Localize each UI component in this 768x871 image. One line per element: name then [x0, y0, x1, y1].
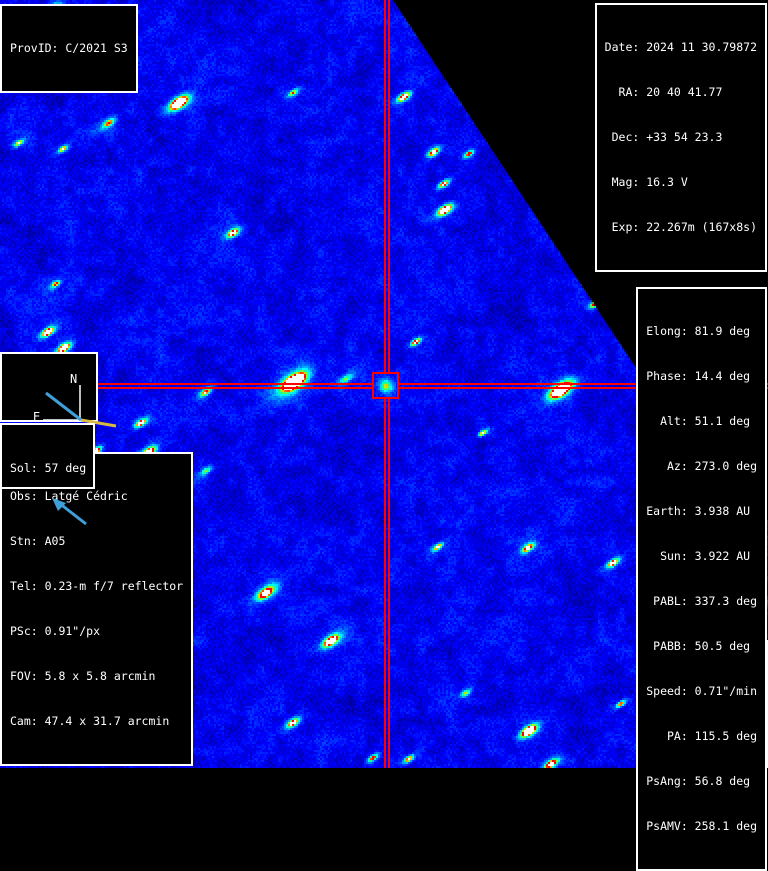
- east-label: E: [33, 410, 40, 424]
- provid-panel: ProvID: C/2021 S3: [0, 4, 138, 93]
- north-label: N: [70, 372, 77, 386]
- date-value: Date: 2024 11 30.79872: [605, 40, 757, 55]
- camera-info: Cam: 47.4 x 31.7 arcmin: [10, 714, 183, 729]
- az-value: Az: 273.0 deg: [646, 459, 757, 474]
- dec-value: Dec: +33 54 23.3: [605, 130, 757, 145]
- pixel-scale: PSc: 0.91"/px: [10, 624, 183, 639]
- elong-value: Elong: 81.9 deg: [646, 324, 757, 339]
- sun-arrow-head: [52, 498, 66, 511]
- alt-value: Alt: 51.1 deg: [646, 414, 757, 429]
- pabl-value: PABL: 337.3 deg: [646, 594, 757, 609]
- comet-target-box: [372, 372, 399, 399]
- sol-arrow-svg: [30, 491, 117, 529]
- pa-value: PA: 115.5 deg: [646, 729, 757, 744]
- sun-distance-value: Sun: 3.922 AU: [646, 549, 757, 564]
- speed-value: Speed: 0.71"/min: [646, 684, 757, 699]
- orbital-panel: Elong: 81.9 deg Phase: 14.4 deg Alt: 51.…: [636, 287, 767, 871]
- phase-value: Phase: 14.4 deg: [646, 369, 757, 384]
- ephemeris-panel: Date: 2024 11 30.79872 RA: 20 40 41.77 D…: [595, 3, 767, 272]
- crosshair-vertical-line-bottom: [384, 399, 390, 768]
- mag-value: Mag: 16.3 V: [605, 175, 757, 190]
- psamv-value: PsAMV: 258.1 deg: [646, 819, 757, 834]
- earth-distance-value: Earth: 3.938 AU: [646, 504, 757, 519]
- sol-angle-label: Sol: 57 deg: [2, 455, 93, 476]
- pabb-value: PABB: 50.5 deg: [646, 639, 757, 654]
- crosshair-vertical-line-top: [384, 0, 390, 372]
- fov-info: FOV: 5.8 x 5.8 arcmin: [10, 669, 183, 684]
- sun-direction-panel: Sol: 57 deg: [0, 423, 95, 489]
- exp-value: Exp: 22.267m (167x8s): [605, 220, 757, 235]
- provid-label: ProvID: C/2021 S3: [10, 41, 128, 56]
- ra-value: RA: 20 40 41.77: [605, 85, 757, 100]
- observation-image: ProvID: C/2021 S3 Date: 2024 11 30.79872…: [0, 0, 768, 768]
- telescope-info: Tel: 0.23-m f/7 reflector: [10, 579, 183, 594]
- psang-value: PsAng: 56.8 deg: [646, 774, 757, 789]
- compass-widget: N E: [0, 352, 98, 422]
- compass-svg: N E: [30, 369, 120, 431]
- compass-blue-line: [46, 393, 81, 420]
- sun-arrow-icon: [59, 503, 86, 524]
